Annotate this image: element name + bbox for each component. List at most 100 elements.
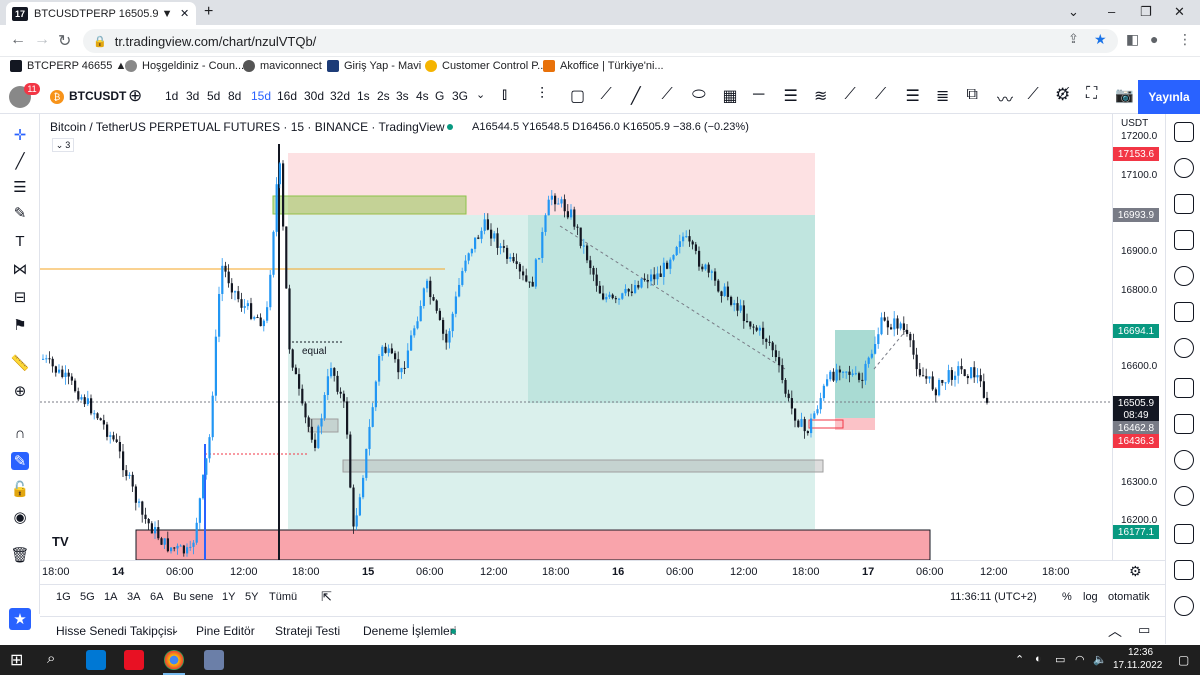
share-icon[interactable]: ⇪ — [1068, 31, 1079, 47]
wave-tool-icon[interactable]: 〰 — [997, 86, 1013, 110]
range-0[interactable]: 1G — [56, 591, 71, 603]
forecast-icon[interactable]: ⊟ — [11, 288, 29, 306]
taskbar-date[interactable]: 17.11.2022 — [1113, 660, 1162, 671]
bookmark-item[interactable]: Giriş Yap - Mavi — [327, 60, 421, 72]
fib-tool-icon[interactable]: ⟋ — [875, 86, 886, 104]
close-window-icon[interactable]: ✕ — [1174, 4, 1185, 20]
horizontal-lines-icon[interactable]: ☰ — [11, 178, 29, 196]
red-rectangle[interactable] — [135, 529, 931, 560]
publish-button[interactable]: Yayınla — [1138, 80, 1200, 114]
messages-icon[interactable] — [1174, 414, 1194, 434]
bookmark-star-icon[interactable]: ★ — [1094, 31, 1107, 48]
percent-toggle[interactable]: % — [1062, 591, 1072, 603]
minimize-icon[interactable]: – — [1108, 4, 1115, 19]
calendar-icon[interactable] — [1174, 302, 1194, 322]
bookmark-item[interactable]: maviconnect — [243, 60, 322, 72]
currency-selector[interactable]: USDT — [1121, 118, 1148, 129]
tab-strategy-tester[interactable]: Strateji Testi — [275, 624, 340, 638]
camera-icon[interactable]: 📷 — [1115, 86, 1134, 104]
fib-ext-tool-icon[interactable]: ☰ — [906, 86, 920, 106]
chart-title[interactable]: Bitcoin / TetherUS PERPETUAL FUTURES · 1… — [50, 120, 445, 134]
compare-symbol-icon[interactable]: ⊕ — [128, 86, 142, 106]
maximize-panel-icon[interactable]: ▭ — [1138, 622, 1150, 638]
pitchfork-tool-icon[interactable]: ≋ — [814, 86, 827, 106]
magnet-icon[interactable]: ∩ — [11, 424, 29, 442]
timeframe-3[interactable]: 8d — [228, 89, 241, 103]
range-2[interactable]: 1A — [104, 591, 117, 603]
bookmark-item[interactable]: BTCPERP 46655 ▲... — [10, 60, 136, 72]
tab-search-icon[interactable]: ⌄ — [1068, 4, 1079, 20]
broadcast-icon[interactable] — [1174, 486, 1194, 506]
indicators-icon[interactable]: ⫶ — [540, 86, 544, 104]
forward-icon[interactable]: → — [34, 31, 50, 49]
trash-icon[interactable]: 🗑 — [10, 546, 29, 564]
timeframe-6[interactable]: 30d — [304, 89, 324, 103]
timeframe-5[interactable]: 16d — [277, 89, 297, 103]
dashed-trendline-2[interactable] — [873, 327, 909, 370]
tab-stock-screener[interactable]: Hisse Senedi Takipçisi — [56, 624, 175, 638]
alerts-clock-icon[interactable] — [1174, 158, 1194, 178]
help-icon[interactable] — [1174, 596, 1194, 616]
text-icon[interactable]: T — [11, 232, 29, 250]
grid-tool-icon[interactable]: ▦ — [723, 86, 738, 106]
grey-rectangle[interactable] — [342, 459, 824, 473]
tab-paper-trading[interactable]: Deneme İşlemleri — [363, 624, 456, 638]
chrome-icon[interactable] — [164, 650, 184, 670]
chevron-up-icon[interactable]: ︿ — [1108, 621, 1122, 641]
range-8[interactable]: Tümü — [269, 591, 297, 603]
crosshair-icon[interactable]: ✛ — [11, 126, 29, 144]
equal-annotation[interactable]: equal — [302, 346, 326, 357]
timeframe-9[interactable]: 2s — [377, 89, 390, 103]
timeframe-10[interactable]: 3s — [396, 89, 409, 103]
notifications-bell-icon[interactable] — [1174, 450, 1194, 470]
eye-icon[interactable]: ◉ — [11, 508, 29, 526]
new-tab-icon[interactable]: + — [204, 3, 213, 21]
back-icon[interactable]: ← — [10, 31, 26, 49]
range-5[interactable]: Bu sene — [173, 591, 213, 603]
sidepanel-icon[interactable]: ◧ — [1126, 31, 1139, 48]
hline-tool-icon[interactable]: ─ — [753, 86, 764, 104]
outlook-icon[interactable] — [86, 650, 106, 670]
ray-tool-icon[interactable]: ⟋ — [662, 86, 673, 104]
indicators-collapse-button[interactable]: ⌄ 3 — [52, 138, 74, 152]
browser-tab[interactable]: 17 BTCUSDTPERP 16505.9 ▼ −0.87% ✕ — [6, 2, 196, 25]
menu-icon[interactable]: ⋮ — [1178, 31, 1192, 48]
timeframe-1[interactable]: 3d — [186, 89, 199, 103]
trend-tool-icon[interactable]: ⟋ — [845, 86, 856, 104]
candles-icon[interactable]: ⫾ — [502, 86, 507, 104]
range-3[interactable]: 3A — [127, 591, 140, 603]
watchlist-icon[interactable] — [1174, 122, 1194, 142]
timeframe-8[interactable]: 1s — [357, 89, 370, 103]
bookmark-item[interactable]: Hoşgeldiniz - Coun... — [125, 60, 244, 72]
pattern-icon[interactable]: ⋈ — [11, 260, 29, 278]
anydesk-icon[interactable] — [124, 650, 144, 670]
order-panel-icon[interactable] — [1174, 524, 1194, 544]
favorites-star-icon[interactable]: ★ — [9, 608, 31, 630]
timeframe-4[interactable]: 15d — [251, 89, 271, 103]
taskbar-time[interactable]: 12:36 — [1128, 647, 1153, 658]
tray-app-icon[interactable]: ◐ — [1035, 653, 1042, 665]
news-icon[interactable] — [1174, 230, 1194, 250]
trendline-icon[interactable]: ╱ — [11, 152, 29, 170]
tab-pine-editor[interactable]: Pine Editör — [196, 624, 255, 638]
range-6[interactable]: 1Y — [222, 591, 235, 603]
log-toggle[interactable]: log — [1083, 591, 1098, 603]
time-axis[interactable]: 18:00 14 06:00 12:00 18:00 15 06:00 12:00 18:00 1… — [40, 560, 1165, 582]
green-rectangle[interactable] — [272, 195, 467, 215]
price-axis[interactable]: USDT 17200.0 17100.0 16900.0 16800.0 166… — [1112, 114, 1165, 560]
restore-icon[interactable]: ❐ — [1140, 4, 1152, 20]
hotlist-icon[interactable] — [1174, 266, 1194, 286]
volume-icon[interactable]: 🔈 — [1093, 653, 1107, 666]
bookmark-item[interactable]: Akoffice | Türkiye'ni... — [543, 60, 664, 72]
chat-icon[interactable] — [1174, 378, 1194, 398]
snipping-tool-icon[interactable] — [204, 650, 224, 670]
brush-icon[interactable]: ✎ — [11, 204, 29, 222]
rectangle-tool-icon[interactable]: ▢ — [570, 86, 585, 106]
lock-drawings-icon[interactable]: 🔓 — [11, 480, 30, 498]
notification-center-icon[interactable]: ▢ — [1178, 653, 1189, 667]
pattern-tool-icon[interactable]: ⧉ — [967, 86, 978, 104]
range-4[interactable]: 6A — [150, 591, 163, 603]
auto-toggle[interactable]: otomatik — [1108, 591, 1150, 603]
stay-drawing-icon[interactable]: ✎ — [11, 452, 29, 470]
omnibox[interactable]: 🔒 tr.tradingview.com/chart/nzulVTQb/ — [83, 29, 1118, 53]
